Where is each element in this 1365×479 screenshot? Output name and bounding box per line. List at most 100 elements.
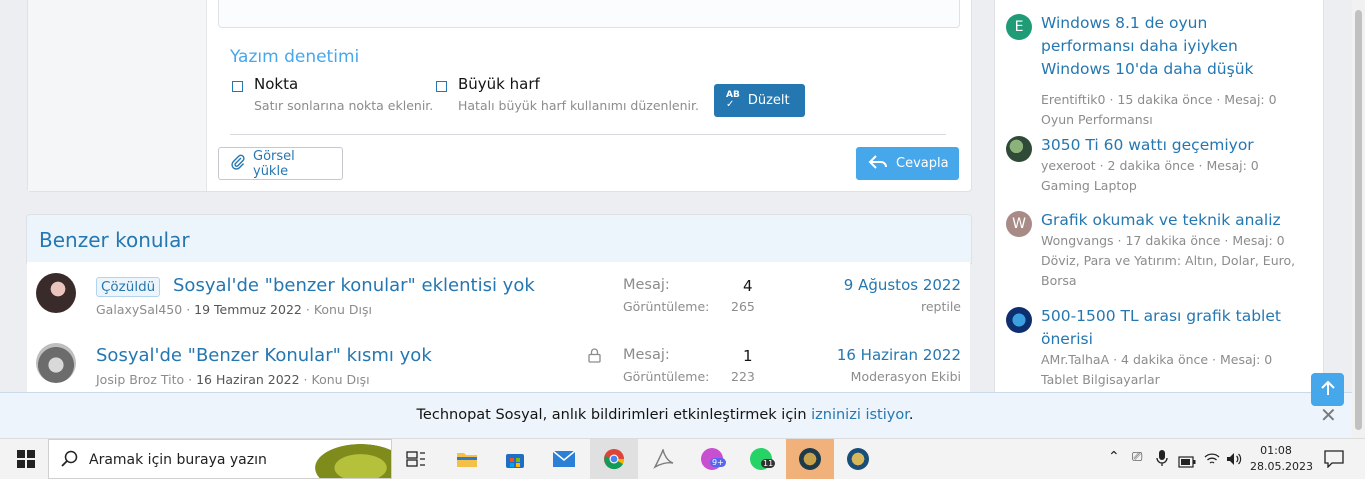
spellcheck-title: Yazım denetimi bbox=[230, 47, 360, 67]
mail-icon[interactable] bbox=[552, 447, 576, 471]
editor-divider bbox=[230, 134, 946, 135]
meet-now-icon[interactable]: ⎚ bbox=[1132, 450, 1142, 465]
sidebar-thread-forum[interactable]: Tablet Bilgisayarlar bbox=[1041, 370, 1160, 390]
taskbar-search-box[interactable]: Aramak için buraya yazın bbox=[48, 439, 392, 479]
spellcheck-option-nokta[interactable]: Nokta Satır sonlarına nokta eklenir. bbox=[232, 75, 433, 113]
file-explorer-icon[interactable] bbox=[455, 447, 479, 471]
scrollbar-thumb[interactable] bbox=[1355, 10, 1362, 430]
league-client-icon[interactable] bbox=[798, 447, 822, 471]
views-count: 223 bbox=[731, 369, 755, 384]
sidebar-thread-title[interactable]: 500-1500 TL arası grafik tablet önerisi bbox=[1041, 305, 1291, 351]
avatar[interactable]: E bbox=[1006, 14, 1032, 40]
fix-button[interactable]: AB ✓ Düzelt bbox=[714, 84, 805, 117]
reply-user-column bbox=[28, 0, 207, 191]
thread-title[interactable]: Sosyal'de "Benzer Konular" kısmı yok bbox=[96, 345, 432, 366]
league-game-icon[interactable] bbox=[846, 447, 870, 471]
reply-button[interactable]: Cevapla bbox=[856, 147, 959, 180]
thread-row[interactable]: Çözüldü Sosyal'de "benzer konular" eklen… bbox=[27, 262, 970, 333]
editor-textarea[interactable] bbox=[218, 0, 960, 28]
avatar[interactable] bbox=[1006, 136, 1032, 162]
fix-button-label: Düzelt bbox=[747, 93, 790, 108]
sidebar-thread-item[interactable]: E Windows 8.1 de oyun performansı daha i… bbox=[1006, 12, 1296, 127]
lock-icon bbox=[588, 348, 601, 367]
sidebar-thread-meta: Wongvangs · 17 dakika önce · Mesaj: 0 bbox=[1041, 233, 1285, 248]
reply-panel: Yazım denetimi Nokta Satır sonlarına nok… bbox=[27, 0, 972, 192]
avatar[interactable]: W bbox=[1006, 211, 1032, 237]
replies-count: 4 bbox=[743, 277, 753, 295]
replies-label: Mesaj: bbox=[623, 347, 670, 363]
thread-date[interactable]: 19 Temmuz 2022 bbox=[194, 302, 302, 317]
sidebar-thread-title[interactable]: Grafik okumak ve teknik analiz bbox=[1041, 209, 1291, 232]
notification-center-icon[interactable] bbox=[1322, 447, 1346, 471]
task-view-icon[interactable] bbox=[404, 447, 428, 471]
scroll-to-top-button[interactable] bbox=[1311, 373, 1344, 406]
search-icon bbox=[61, 450, 79, 472]
sidebar-thread-meta: AMr.TalhaA · 4 dakika önce · Mesaj: 0 bbox=[1041, 352, 1273, 367]
acrobat-icon[interactable] bbox=[652, 447, 676, 471]
buyuk-harf-checkbox[interactable] bbox=[436, 81, 447, 92]
whatsapp-icon[interactable]: 11 bbox=[749, 447, 776, 471]
views-label: Görüntüleme: bbox=[623, 369, 710, 384]
thread-author[interactable]: Josip Broz Tito bbox=[96, 372, 184, 387]
sidebar-thread-title[interactable]: Windows 8.1 de oyun performansı daha iyi… bbox=[1041, 12, 1291, 81]
arrow-up-icon bbox=[1320, 380, 1335, 400]
microsoft-store-icon[interactable] bbox=[503, 447, 527, 471]
discord-icon[interactable]: 9+ bbox=[700, 447, 726, 471]
discord-badge: 9+ bbox=[710, 458, 726, 467]
wifi-icon[interactable] bbox=[1204, 451, 1220, 470]
avatar[interactable] bbox=[36, 343, 76, 383]
system-tray: ⌃ ⎚ bbox=[1104, 439, 1264, 479]
sidebar-thread-title[interactable]: 3050 Ti 60 wattı geçemiyor bbox=[1041, 134, 1291, 157]
sidebar-thread-forum[interactable]: Oyun Performansı bbox=[1041, 110, 1153, 130]
nokta-label: Nokta bbox=[254, 75, 299, 93]
notification-message: Technopat Sosyal, anlık bildirimleri etk… bbox=[416, 407, 914, 423]
close-icon[interactable]: ✕ bbox=[1320, 403, 1337, 427]
permission-link[interactable]: izninizi istiyor bbox=[811, 407, 909, 423]
views-label: Görüntüleme: bbox=[623, 299, 710, 314]
similar-threads-heading: Benzer konular bbox=[39, 228, 190, 252]
search-highlight-image bbox=[315, 444, 391, 478]
nokta-desc: Satır sonlarına nokta eklenir. bbox=[254, 98, 434, 113]
last-post-date[interactable]: 9 Ağustos 2022 bbox=[844, 276, 961, 294]
sidebar-thread-item[interactable]: 3050 Ti 60 wattı geçemiyor yexeroot · 2 … bbox=[1006, 134, 1296, 200]
volume-icon[interactable] bbox=[1226, 451, 1242, 470]
solved-badge: Çözüldü bbox=[96, 277, 161, 297]
sidebar-thread-forum[interactable]: Gaming Laptop bbox=[1041, 176, 1137, 196]
notification-bar: Technopat Sosyal, anlık bildirimleri etk… bbox=[0, 392, 1352, 439]
thread-forum[interactable]: Konu Dışı bbox=[314, 302, 372, 317]
scrollbar-track[interactable] bbox=[1352, 0, 1365, 438]
windows-start-icon[interactable] bbox=[14, 447, 38, 471]
sidebar-thread-forum[interactable]: Döviz, Para ve Yatırım: Altın, Dolar, Eu… bbox=[1041, 251, 1311, 291]
thread-author[interactable]: GalaxySal450 bbox=[96, 302, 182, 317]
clock-time: 01:08 bbox=[1260, 444, 1292, 457]
thread-forum[interactable]: Konu Dışı bbox=[312, 372, 370, 387]
avatar[interactable] bbox=[1006, 307, 1032, 333]
whatsapp-badge: 11 bbox=[761, 459, 776, 468]
chrome-icon[interactable] bbox=[602, 447, 626, 471]
sidebar-thread-meta: Erentiftik0 · 15 dakika önce · Mesaj: 0 bbox=[1041, 92, 1277, 107]
sidebar-thread-item[interactable]: W Grafik okumak ve teknik analiz Wongvan… bbox=[1006, 209, 1296, 295]
battery-icon[interactable] bbox=[1178, 453, 1196, 472]
spellcheck-icon: AB ✓ bbox=[726, 90, 740, 110]
thread-title[interactable]: Sosyal'de "benzer konular" eklentisi yok bbox=[173, 275, 535, 296]
similar-threads-block: Benzer konular bbox=[26, 214, 972, 264]
clock-date: 28.05.2023 bbox=[1250, 460, 1313, 473]
thread-row[interactable]: Sosyal'de "Benzer Konular" kısmı yok Jos… bbox=[27, 332, 970, 392]
replies-count: 1 bbox=[743, 347, 753, 365]
buyuk-harf-label: Büyük harf bbox=[458, 75, 540, 93]
spellcheck-option-buyuk-harf[interactable]: Büyük harf Hatalı büyük harf kullanımı d… bbox=[436, 75, 699, 113]
chevron-up-icon[interactable]: ⌃ bbox=[1108, 449, 1120, 465]
sidebar-thread-item[interactable]: 500-1500 TL arası grafik tablet önerisi … bbox=[1006, 305, 1296, 391]
sidebar-thread-meta: yexeroot · 2 dakika önce · Mesaj: 0 bbox=[1041, 158, 1259, 173]
taskbar-clock[interactable]: 01:08 28.05.2023 bbox=[1250, 443, 1313, 475]
thread-date[interactable]: 16 Haziran 2022 bbox=[196, 372, 299, 387]
last-post-user[interactable]: Moderasyon Ekibi bbox=[851, 369, 961, 384]
last-post-user[interactable]: reptile bbox=[921, 299, 961, 314]
reply-button-label: Cevapla bbox=[896, 156, 949, 171]
nokta-checkbox[interactable] bbox=[232, 81, 243, 92]
paperclip-icon bbox=[231, 154, 245, 174]
upload-image-button[interactable]: Görsel yükle bbox=[218, 147, 343, 180]
avatar[interactable] bbox=[36, 273, 76, 313]
microphone-icon[interactable] bbox=[1156, 449, 1168, 471]
last-post-date[interactable]: 16 Haziran 2022 bbox=[837, 346, 961, 364]
